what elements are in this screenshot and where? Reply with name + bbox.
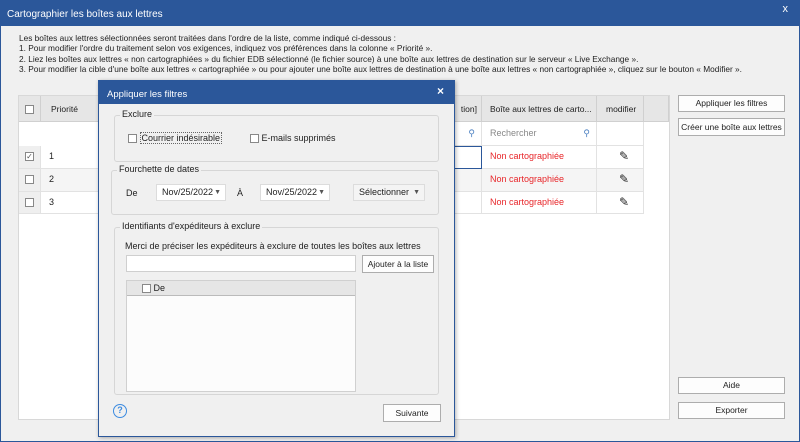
window-titlebar: Cartographier les boîtes aux lettres x (0, 0, 800, 26)
senders-list: De (126, 280, 356, 392)
date-range-label: Fourchette de dates (117, 164, 202, 174)
next-button[interactable]: Suivante (383, 404, 441, 422)
junk-mail-checkbox[interactable]: Courrier indésirable (128, 132, 223, 144)
row-mapped-status: Non cartographiée (482, 192, 597, 214)
exclude-label: Exclure (120, 109, 155, 119)
apply-filters-dialog: Appliquer les filtres × Exclure Courrier… (98, 80, 455, 437)
column-filler (644, 96, 669, 122)
dialog-title: Appliquer les filtres (107, 89, 188, 100)
to-label: À (237, 188, 244, 198)
row-mapped-status: Non cartographiée (482, 169, 597, 192)
dialog-close-icon[interactable]: × (437, 84, 444, 98)
excluded-senders-label: Identifiants d'expéditeurs à exclure (120, 221, 263, 231)
close-icon[interactable]: x (783, 3, 789, 15)
select-all-checkbox[interactable] (19, 96, 41, 122)
row-priority[interactable]: 3 (41, 192, 101, 214)
instruction-line: 3. Pour modifier la cible d'une boîte au… (19, 63, 742, 74)
chevron-down-icon: ▼ (214, 189, 221, 196)
instruction-line: 1. Pour modifier l'ordre du traitement s… (19, 43, 433, 54)
junk-mail-label: Courrier indésirable (139, 132, 223, 144)
window-title: Cartographier les boîtes aux lettres (7, 9, 163, 20)
row-checkbox[interactable] (19, 192, 41, 214)
chevron-down-icon: ▼ (318, 189, 325, 196)
help-button[interactable]: Aide (678, 377, 785, 394)
from-date-picker[interactable]: Nov/25/2022 ▼ (156, 184, 226, 201)
add-to-list-button[interactable]: Ajouter à la liste (362, 255, 434, 273)
sender-input[interactable] (126, 255, 356, 272)
column-mapped-mailbox[interactable]: Boîte aux lettres de carto... (482, 96, 597, 122)
excluded-senders-group: Identifiants d'expéditeurs à exclure Mer… (114, 221, 439, 395)
instruction-line: 2. Liez les boîtes aux lettres « non car… (19, 53, 639, 64)
senders-select-all-checkbox[interactable] (142, 284, 151, 294)
export-button[interactable]: Exporter (678, 402, 785, 419)
to-date-picker[interactable]: Nov/25/2022 ▼ (260, 184, 330, 201)
help-icon[interactable]: ? (113, 404, 127, 418)
row-mapped-status: Non cartographiée (482, 146, 597, 169)
row-checkbox[interactable] (19, 169, 41, 192)
edit-icon[interactable]: ✎ (597, 169, 644, 192)
create-mailbox-button[interactable]: Créer une boîte aux lettres (678, 118, 785, 136)
search-empty (597, 122, 644, 146)
column-from: De (153, 283, 166, 293)
senders-hint: Merci de préciser les expéditeurs à excl… (125, 241, 421, 251)
search-icon: ⚲ (583, 128, 590, 138)
search-input[interactable]: Rechercher ⚲ (482, 122, 597, 146)
to-date-value: Nov/25/2022 (266, 187, 318, 197)
period-select[interactable]: Sélectionner ▼ (353, 184, 425, 201)
senders-list-header: De (127, 281, 355, 296)
search-placeholder: Rechercher (490, 128, 537, 138)
instructions: Les boîtes aux lettres sélectionnées ser… (19, 33, 742, 74)
exclude-group: Exclure Courrier indésirable E-mails sup… (114, 109, 439, 162)
row-priority[interactable]: 1 (41, 146, 101, 169)
edit-icon[interactable]: ✎ (597, 192, 644, 214)
from-date-value: Nov/25/2022 (162, 187, 214, 197)
from-label: De (126, 188, 138, 198)
period-select-value: Sélectionner (359, 187, 410, 197)
date-range-group: Fourchette de dates De Nov/25/2022 ▼ À No… (111, 164, 439, 215)
apply-filters-button[interactable]: Appliquer les filtres (678, 95, 785, 112)
chevron-down-icon: ▼ (413, 189, 420, 196)
row-priority[interactable]: 2 (41, 169, 101, 192)
deleted-mail-checkbox[interactable]: E-mails supprimés (250, 133, 336, 144)
edit-icon[interactable]: ✎ (597, 146, 644, 169)
dialog-titlebar: Appliquer les filtres × (99, 81, 454, 104)
row-checkbox[interactable]: ✓ (19, 146, 41, 169)
instruction-line: Les boîtes aux lettres sélectionnées ser… (19, 33, 396, 43)
deleted-mail-label: E-mails supprimés (261, 133, 336, 143)
column-modify: modifier (597, 96, 644, 122)
